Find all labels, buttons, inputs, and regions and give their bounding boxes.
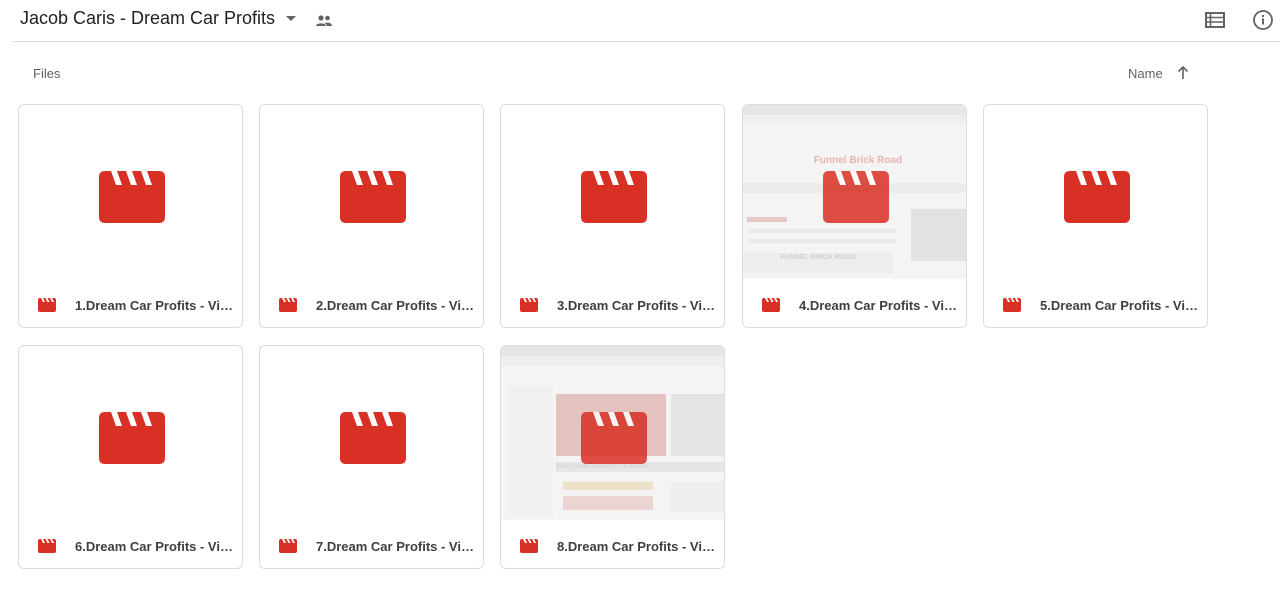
video-file-icon <box>762 298 780 312</box>
file-card-footer: 6.Dream Car Profits - Vid... <box>19 520 242 568</box>
file-name: 8.Dream Car Profits - Vid... <box>557 539 717 554</box>
file-card-footer: 1.Dream Car Profits - Vid... <box>19 279 242 327</box>
video-clapperboard-icon <box>340 412 406 464</box>
file-name: 6.Dream Car Profits - Vid... <box>75 539 235 554</box>
file-card-footer: 8.Dream Car Profits - Vid... <box>501 520 724 568</box>
file-name: 3.Dream Car Profits - Vid... <box>557 298 717 313</box>
file-card-footer: 7.Dream Car Profits - Vid... <box>260 520 483 568</box>
file-card[interactable]: 2.Dream Car Profits - Vid... <box>259 104 484 328</box>
file-thumbnail <box>984 105 1207 279</box>
video-clapperboard-icon <box>1064 171 1130 223</box>
video-file-icon <box>38 298 56 312</box>
people-icon <box>316 15 332 26</box>
file-card[interactable]: 1.Dream Car Profits - Vid... <box>18 104 243 328</box>
video-clapperboard-icon <box>340 171 406 223</box>
file-card[interactable]: 5.Dream Car Profits - Vid... <box>983 104 1208 328</box>
preview-browser-bar <box>501 346 724 356</box>
file-card-footer: 3.Dream Car Profits - Vid... <box>501 279 724 327</box>
file-thumbnail <box>501 105 724 279</box>
preview-line <box>747 229 897 233</box>
preview-line <box>747 239 897 243</box>
video-preview-thumbnail: Bank Private Video 1% Fill Bundle <box>501 346 724 520</box>
file-thumbnail <box>19 346 242 520</box>
video-clapperboard-icon <box>581 171 647 223</box>
folder-title[interactable]: Jacob Caris - Dream Car Profits <box>20 8 275 29</box>
file-thumbnail <box>260 105 483 279</box>
arrow-up-icon[interactable] <box>1174 64 1192 82</box>
file-card[interactable]: Funnel Brick Road FUNNEL BRICK ROAD 4.Dr… <box>742 104 967 328</box>
video-clapperboard-icon <box>99 412 165 464</box>
preview-line <box>563 482 653 490</box>
preview-line <box>747 217 787 222</box>
header: Jacob Caris - Dream Car Profits <box>0 0 1280 42</box>
preview-side-image <box>671 394 724 456</box>
info-icon[interactable] <box>1250 7 1276 33</box>
video-clapperboard-icon <box>99 171 165 223</box>
file-name: 4.Dream Car Profits - Vid... <box>799 298 959 313</box>
file-name: 1.Dream Car Profits - Vid... <box>75 298 235 313</box>
video-clapperboard-icon <box>823 171 889 223</box>
header-divider <box>12 41 1280 42</box>
preview-browser-bar <box>743 105 966 115</box>
video-file-icon <box>520 539 538 553</box>
preview-sidebar <box>509 386 553 516</box>
file-card[interactable]: Bank Private Video 1% Fill Bundle 8.Drea… <box>500 345 725 569</box>
preview-heading: Funnel Brick Road <box>813 155 903 166</box>
file-card[interactable]: 7.Dream Car Profits - Vid... <box>259 345 484 569</box>
video-file-icon <box>38 539 56 553</box>
file-name: 5.Dream Car Profits - Vid... <box>1040 298 1200 313</box>
file-name: 7.Dream Car Profits - Vid... <box>316 539 476 554</box>
file-card[interactable]: 3.Dream Car Profits - Vid... <box>500 104 725 328</box>
preview-tab-strip <box>501 356 724 366</box>
file-card-footer: 4.Dream Car Profits - Vid... <box>743 279 966 327</box>
preview-side-image <box>911 209 966 261</box>
preview-banner: FUNNEL BRICK ROAD <box>743 253 893 273</box>
file-card[interactable]: 6.Dream Car Profits - Vid... <box>18 345 243 569</box>
sort-by-name-button[interactable]: Name <box>1128 66 1163 81</box>
video-file-icon <box>279 298 297 312</box>
file-thumbnail <box>19 105 242 279</box>
file-name: 2.Dream Car Profits - Vid... <box>316 298 476 313</box>
video-file-icon <box>520 298 538 312</box>
preview-side-panel <box>671 482 724 512</box>
video-clapperboard-icon <box>581 412 647 464</box>
file-thumbnail <box>260 346 483 520</box>
preview-line <box>563 496 653 510</box>
file-card-footer: 5.Dream Car Profits - Vid... <box>984 279 1207 327</box>
files-section-label: Files <box>33 66 61 81</box>
list-view-icon[interactable] <box>1202 7 1228 33</box>
video-preview-thumbnail: Funnel Brick Road FUNNEL BRICK ROAD <box>743 105 966 279</box>
folder-menu-caret-icon[interactable] <box>286 16 296 21</box>
video-file-icon <box>1003 298 1021 312</box>
video-file-icon <box>279 539 297 553</box>
preview-tab-strip <box>743 115 966 123</box>
file-card-footer: 2.Dream Car Profits - Vid... <box>260 279 483 327</box>
